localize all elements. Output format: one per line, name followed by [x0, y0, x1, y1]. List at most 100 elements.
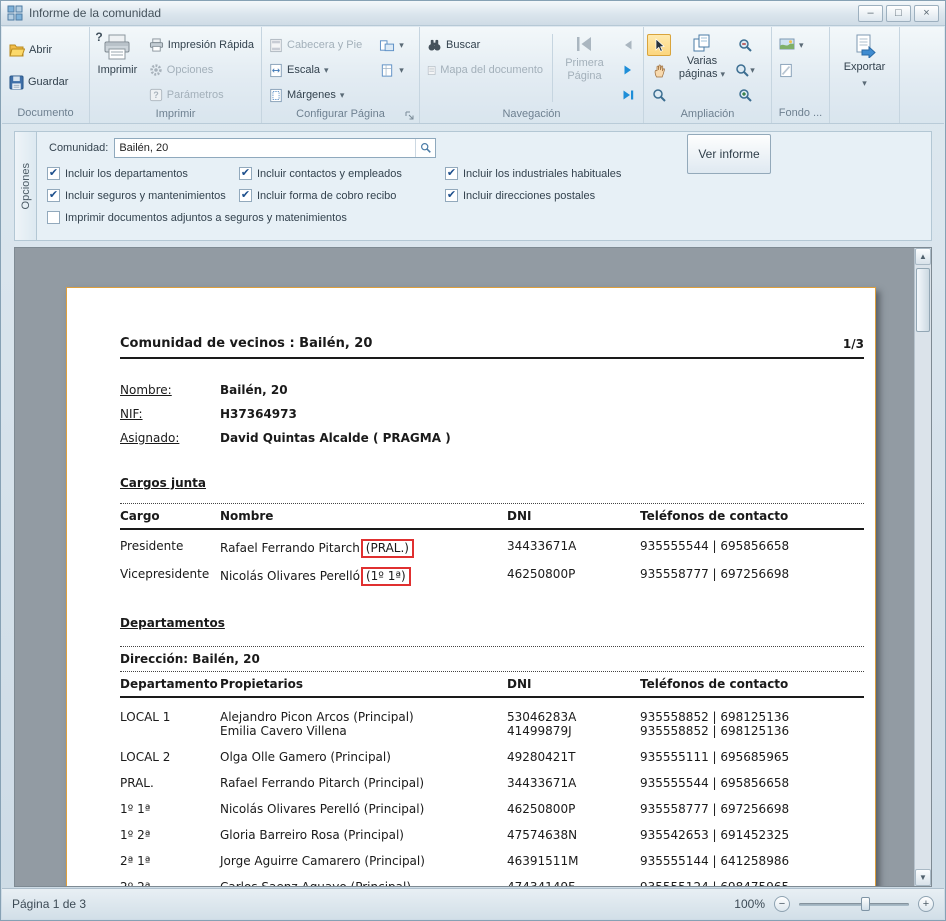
zoom-out-icon: [738, 38, 753, 53]
telefonos-line: 935558852 | 698125136: [640, 710, 864, 724]
options-tab[interactable]: Opciones: [15, 132, 37, 240]
checkbox-label: Incluir contactos y empleados: [257, 168, 402, 180]
abrir-button[interactable]: Abrir: [5, 39, 72, 61]
checkbox-box: [47, 189, 60, 202]
comunidad-row: Comunidad:: [49, 138, 921, 158]
dni-line: 53046283A: [507, 710, 640, 724]
departamentos-heading: Departamentos: [120, 616, 864, 630]
chevron-down-icon: ▾: [750, 65, 755, 76]
zoom-dropdown-button[interactable]: ▾: [733, 59, 757, 81]
zoom-out-button[interactable]: [733, 34, 757, 56]
report-fields: Nombre: Bailén, 20 NIF: H37364973 Asigna…: [120, 383, 864, 446]
tamano-button[interactable]: ▾: [375, 59, 408, 81]
buscar-label: Buscar: [446, 39, 480, 51]
checkbox-label: Incluir seguros y mantenimientos: [65, 190, 226, 202]
escala-button[interactable]: Escala ▾: [265, 59, 366, 81]
buscar-button[interactable]: Buscar: [423, 34, 547, 56]
imprimir-button[interactable]: ? Imprimir: [93, 30, 142, 106]
zoom-tool-button[interactable]: [647, 84, 671, 106]
propietario-line: Alejandro Picon Arcos (Principal): [220, 710, 507, 724]
field-value: H37364973: [220, 407, 297, 422]
maximize-button[interactable]: □: [886, 5, 911, 22]
impresion-rapida-label: Impresión Rápida: [168, 39, 254, 51]
scrollbar-thumb[interactable]: [916, 268, 930, 332]
telefonos-cell: 935555111 | 695685965: [640, 750, 864, 764]
parametros-button[interactable]: ? Parámetros: [145, 84, 258, 106]
zoom-slider-track[interactable]: [799, 903, 909, 906]
marca-agua-button[interactable]: [775, 59, 808, 81]
pagina-anterior-button[interactable]: [616, 34, 640, 56]
vertical-scrollbar[interactable]: ▲ ▼: [914, 248, 931, 886]
field-row: Nombre: Bailén, 20: [120, 383, 864, 398]
guardar-button[interactable]: Guardar: [5, 71, 72, 93]
close-button[interactable]: ×: [914, 5, 939, 22]
search-icon: [420, 142, 432, 154]
checkbox-incluir-direcciones[interactable]: Incluir direcciones postales: [445, 189, 921, 202]
zoom-controls: 100% − +: [734, 896, 934, 912]
column-header: Nombre: [220, 509, 507, 523]
column-header: Departamento: [120, 677, 220, 691]
direccion-row: Dirección: Bailén, 20: [120, 647, 864, 671]
column-header: Propietarios: [220, 677, 507, 691]
cursor-tool-button[interactable]: [647, 34, 671, 56]
checkbox-label: Incluir forma de cobro recibo: [257, 190, 396, 202]
checkbox-incluir-seguros[interactable]: Incluir seguros y mantenimientos: [47, 189, 239, 202]
departamento-cell: 2ª 1ª: [120, 854, 220, 868]
zoom-in-button[interactable]: [733, 84, 757, 106]
nombre-text: Rafael Ferrando Pitarch: [220, 541, 360, 555]
opciones-button[interactable]: Opciones: [145, 59, 258, 81]
orientacion-button[interactable]: ▾: [375, 34, 408, 56]
checkbox-incluir-industriales[interactable]: Incluir los industriales habituales: [445, 167, 921, 180]
minimize-button[interactable]: –: [858, 5, 883, 22]
dni-cell: 34433671A: [507, 776, 640, 790]
dni-cell: 46250800P: [507, 802, 640, 816]
ribbon: Abrir Guardar Documento: [2, 27, 944, 124]
watermark-icon: [779, 63, 793, 78]
telefonos-cell: 935558852 | 698125136 935558852 | 698125…: [640, 710, 864, 738]
comunidad-input[interactable]: [115, 142, 415, 154]
fondo-color-button[interactable]: ▾: [775, 34, 808, 56]
departamento-cell: LOCAL 1: [120, 710, 220, 738]
departamento-cell: LOCAL 2: [120, 750, 220, 764]
zoom-in-icon: [738, 88, 753, 103]
zoom-slider-thumb[interactable]: [861, 897, 870, 911]
dialog-launcher-icon[interactable]: [405, 111, 414, 120]
table-row: Presidente Rafael Ferrando Pitarch(PRAL.…: [120, 539, 864, 558]
scroll-up-button[interactable]: ▲: [915, 248, 931, 265]
checkbox-incluir-departamentos[interactable]: Incluir los departamentos: [47, 167, 239, 180]
ver-informe-button[interactable]: Ver informe: [687, 134, 771, 174]
ultima-pagina-button[interactable]: [616, 84, 640, 106]
scroll-down-button[interactable]: ▼: [915, 869, 931, 886]
page-info: Página 1 de 3: [12, 897, 86, 911]
zoom-slider[interactable]: [799, 896, 909, 912]
ribbon-group-documento: Abrir Guardar Documento: [2, 27, 90, 123]
telefonos-cell: 935558777 | 697256698: [640, 567, 864, 586]
zoom-out-button-status[interactable]: −: [774, 896, 790, 912]
checkbox-imprimir-adjuntos[interactable]: Imprimir documentos adjuntos a seguros y…: [47, 211, 921, 224]
margenes-button[interactable]: Márgenes ▾: [265, 84, 366, 106]
mapa-documento-button[interactable]: Mapa del documento: [423, 59, 547, 81]
cabecera-pie-button[interactable]: Cabecera y Pie: [265, 34, 366, 56]
varias-paginas-button[interactable]: Varias páginas ▾: [674, 30, 730, 106]
imprimir-group-label: Imprimir: [93, 106, 258, 123]
impresion-rapida-button[interactable]: Impresión Rápida: [145, 34, 258, 56]
chevron-down-icon: ▾: [721, 69, 726, 79]
telefonos-cell: 935555544 | 695856658: [640, 776, 864, 790]
checkbox-incluir-forma-cobro[interactable]: Incluir forma de cobro recibo: [239, 189, 445, 202]
exportar-button[interactable]: Exportar ▾: [838, 30, 892, 105]
zoom-in-button-status[interactable]: +: [918, 896, 934, 912]
comunidad-search-button[interactable]: [415, 139, 435, 157]
pagina-siguiente-button[interactable]: [616, 59, 640, 81]
first-page-icon: [574, 34, 594, 54]
ribbon-group-ampliacion: Varias páginas ▾: [644, 27, 772, 123]
ribbon-group-navegacion: Buscar Mapa del documento: [420, 27, 644, 123]
hand-tool-button[interactable]: [647, 59, 671, 81]
propietarios-cell: Olga Olle Gamero (Principal): [220, 750, 507, 764]
checkbox-box: [445, 167, 458, 180]
departamentos-table-header: Departamento Propietarios DNI Teléfonos …: [120, 672, 864, 696]
checkbox-incluir-contactos-empleados[interactable]: Incluir contactos y empleados: [239, 167, 445, 180]
primera-pagina-button[interactable]: Primera Página: [558, 30, 611, 106]
title-bar: Informe de la comunidad – □ ×: [1, 1, 945, 26]
checkbox-label: Incluir los departamentos: [65, 168, 188, 180]
checkbox-box: [239, 167, 252, 180]
